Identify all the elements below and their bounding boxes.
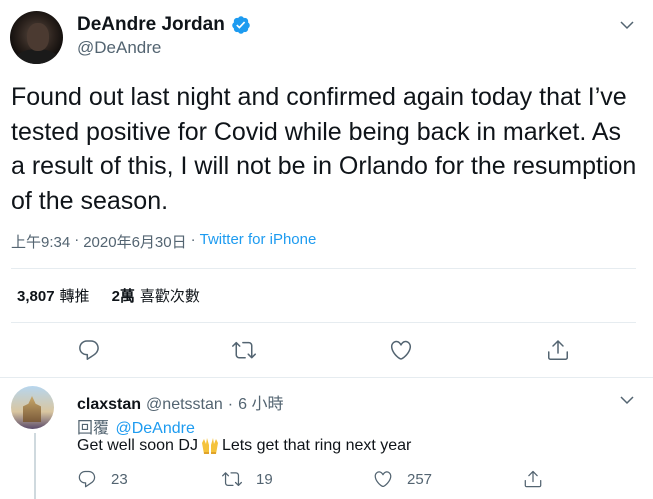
reply-retweet-button[interactable]: 19 bbox=[222, 469, 273, 489]
likes-label: 喜歡次數 bbox=[139, 288, 200, 305]
share-icon bbox=[548, 340, 568, 360]
retweets-label: 轉推 bbox=[59, 288, 90, 305]
retweets-count: 3,807 bbox=[17, 288, 55, 305]
avatar[interactable] bbox=[10, 11, 63, 64]
reply-icon bbox=[78, 470, 96, 488]
reply-text-start: Get well soon DJ bbox=[77, 437, 198, 454]
divider bbox=[11, 268, 636, 269]
share-button[interactable] bbox=[546, 338, 570, 362]
replying-to-mention[interactable]: @DeAndre bbox=[115, 420, 194, 437]
tweet-time[interactable]: 上午9:34 bbox=[11, 231, 70, 252]
author-handle[interactable]: @DeAndre bbox=[77, 38, 161, 58]
reply-share-button[interactable] bbox=[523, 469, 543, 489]
retweet-count: 19 bbox=[256, 470, 273, 488]
tweet-source[interactable]: Twitter for iPhone bbox=[200, 231, 317, 252]
reply-author-name[interactable]: claxstan bbox=[77, 396, 141, 414]
reply-reply-button[interactable]: 23 bbox=[77, 469, 128, 489]
likes-count: 2萬 bbox=[111, 288, 135, 305]
likes-stat[interactable]: 2萬 喜歡次數 bbox=[112, 285, 200, 306]
like-button[interactable] bbox=[389, 338, 413, 362]
avatar-shirt bbox=[14, 49, 60, 64]
share-icon bbox=[524, 470, 542, 488]
replying-to: 回覆 @DeAndre bbox=[77, 414, 195, 438]
retweet-icon bbox=[222, 472, 242, 487]
reply-header: claxstan @netsstan · 6 小時 bbox=[77, 390, 283, 414]
reply-text-end: Lets get that ring next year bbox=[221, 437, 412, 454]
retweets-stat[interactable]: 3,807 轉推 bbox=[17, 285, 90, 306]
tweet-meta: 上午9:34 · 2020年6月30日 · Twitter for iPhone bbox=[11, 231, 316, 252]
chevron-down-icon[interactable] bbox=[618, 391, 636, 409]
replying-to-label: 回覆 bbox=[77, 420, 110, 437]
verified-badge-icon bbox=[232, 16, 250, 34]
tweet-text: Found out last night and confirmed again… bbox=[11, 83, 637, 215]
tweet-stats: 3,807 轉推 2萬 喜歡次數 bbox=[17, 285, 200, 306]
meta-separator: · bbox=[190, 231, 196, 248]
reply-time[interactable]: 6 小時 bbox=[238, 390, 283, 414]
reply-text: Get well soon DJ Lets get that ring next… bbox=[77, 437, 411, 455]
reply-author-handle[interactable]: @netsstan bbox=[146, 396, 223, 414]
heart-icon bbox=[390, 340, 412, 360]
reply-button[interactable] bbox=[77, 338, 101, 362]
chevron-down-icon[interactable] bbox=[618, 16, 636, 34]
thread-line bbox=[34, 433, 36, 499]
reply-tweet[interactable]: claxstan @netsstan · 6 小時 回覆 @DeAndre Ge… bbox=[0, 378, 653, 499]
retweet-icon bbox=[232, 341, 256, 359]
reply-dot: · bbox=[227, 396, 234, 413]
reply-like-button[interactable]: 257 bbox=[373, 469, 432, 489]
author-name[interactable]: DeAndre Jordan bbox=[77, 14, 225, 36]
reply-count: 23 bbox=[111, 470, 128, 488]
retweet-button[interactable] bbox=[232, 338, 256, 362]
raised-hands-emoji-icon bbox=[201, 438, 218, 454]
divider bbox=[11, 322, 636, 323]
avatar-castle bbox=[23, 396, 41, 422]
avatar[interactable] bbox=[11, 386, 54, 429]
avatar-face bbox=[27, 23, 49, 51]
heart-icon bbox=[374, 471, 392, 488]
main-tweet: DeAndre Jordan @DeAndre Found out last n… bbox=[0, 0, 653, 377]
author-row: DeAndre Jordan bbox=[77, 14, 251, 36]
reply-icon bbox=[79, 340, 99, 360]
meta-separator: · bbox=[74, 231, 80, 248]
tweet-date[interactable]: 2020年6月30日 bbox=[83, 231, 186, 252]
like-count: 257 bbox=[407, 470, 433, 488]
